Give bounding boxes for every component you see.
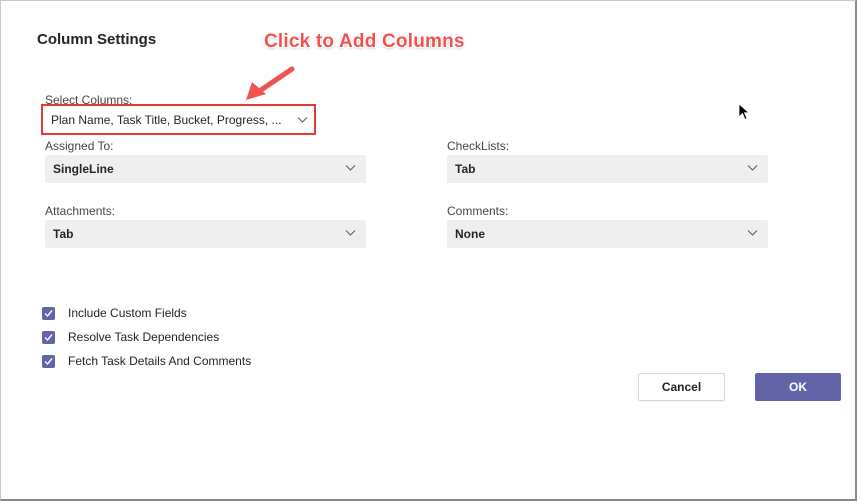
chevron-down-icon xyxy=(345,165,356,171)
checkbox-checked-icon[interactable] xyxy=(42,331,55,344)
assigned-to-label: Assigned To: xyxy=(45,139,114,153)
checkbox-checked-icon[interactable] xyxy=(42,355,55,368)
chevron-down-icon xyxy=(747,230,758,236)
attachments-dropdown[interactable]: Tab xyxy=(45,220,366,248)
checklists-label: CheckLists: xyxy=(447,139,510,153)
dialog-title: Column Settings xyxy=(37,31,157,48)
checkbox-checked-icon[interactable] xyxy=(42,307,55,320)
annotation-callout: Click to Add Columns xyxy=(264,31,465,52)
attachments-value: Tab xyxy=(53,227,74,241)
attachments-label: Attachments: xyxy=(45,204,116,218)
checklists-dropdown[interactable]: Tab xyxy=(447,155,768,183)
select-columns-dropdown[interactable]: Plan Name, Task Title, Bucket, Progress,… xyxy=(41,104,316,135)
chevron-down-icon xyxy=(297,117,308,123)
chevron-down-icon xyxy=(747,165,758,171)
chevron-down-icon xyxy=(345,230,356,236)
fetch-task-details-label: Fetch Task Details And Comments xyxy=(68,354,252,368)
assigned-to-value: SingleLine xyxy=(53,162,114,176)
resolve-task-dependencies-label: Resolve Task Dependencies xyxy=(68,330,220,344)
cancel-button[interactable]: Cancel xyxy=(638,373,725,401)
ok-button[interactable]: OK xyxy=(755,373,841,401)
mouse-pointer-icon xyxy=(738,103,750,121)
assigned-to-dropdown[interactable]: SingleLine xyxy=(45,155,366,183)
comments-label: Comments: xyxy=(447,204,509,218)
include-custom-fields-label: Include Custom Fields xyxy=(68,306,187,320)
comments-dropdown[interactable]: None xyxy=(447,220,768,248)
checklists-value: Tab xyxy=(455,162,476,176)
annotation-arrow-icon xyxy=(246,66,295,100)
comments-value: None xyxy=(455,227,485,241)
select-columns-value: Plan Name, Task Title, Bucket, Progress,… xyxy=(51,113,282,127)
dialog-frame xyxy=(0,0,857,501)
